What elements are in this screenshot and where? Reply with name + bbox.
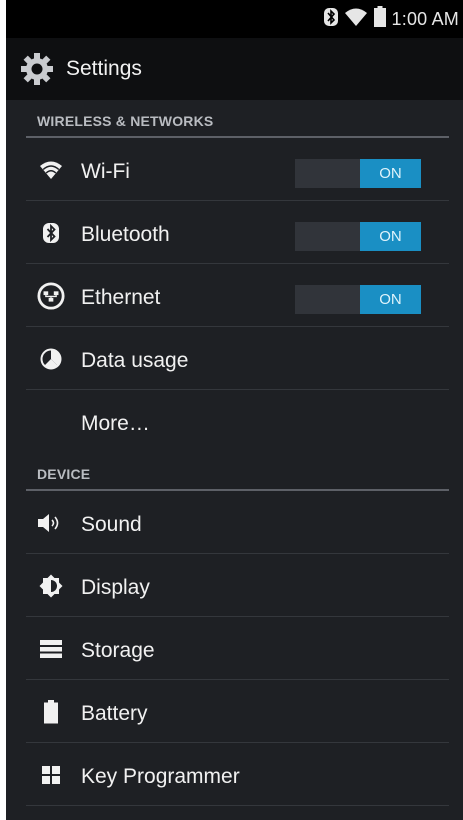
status-bar: 1:00 AM (6, 0, 463, 38)
settings-list: WIRELESS & NETWORKS Wi-Fi ON Bluetooth O… (6, 100, 463, 806)
page-title: Settings (66, 57, 142, 80)
sound-icon (37, 509, 65, 537)
setting-label: Wi-Fi (81, 160, 130, 183)
settings-screen: 1:00 AM Settings WIRELESS & NETWORKS Wi-… (6, 0, 463, 820)
display-icon (37, 572, 65, 600)
battery-icon (373, 6, 386, 32)
key-programmer-icon (37, 761, 65, 789)
setting-key-programmer[interactable]: Key Programmer (6, 743, 463, 806)
ethernet-toggle[interactable]: ON (295, 285, 421, 314)
storage-icon (37, 635, 65, 663)
bluetooth-toggle[interactable]: ON (295, 222, 421, 251)
battery-icon (37, 698, 65, 726)
setting-more[interactable]: More… (6, 390, 463, 453)
data-usage-icon (37, 345, 65, 373)
wifi-signal-icon (344, 7, 368, 32)
wifi-icon (37, 156, 65, 184)
section-header-device: DEVICE (6, 453, 463, 491)
toggle-on-label: ON (360, 159, 421, 188)
bluetooth-icon (37, 219, 65, 247)
setting-battery[interactable]: Battery (6, 680, 463, 743)
section-label: DEVICE (37, 466, 91, 482)
setting-bluetooth[interactable]: Bluetooth ON (6, 201, 463, 264)
setting-storage[interactable]: Storage (6, 617, 463, 680)
setting-data-usage[interactable]: Data usage (6, 327, 463, 390)
setting-label: Battery (81, 702, 148, 725)
settings-gear-icon[interactable] (20, 52, 54, 86)
setting-label: Bluetooth (81, 223, 170, 246)
status-icons: 1:00 AM (323, 0, 459, 38)
section-label: WIRELESS & NETWORKS (37, 113, 214, 129)
setting-label: Sound (81, 513, 142, 536)
setting-label: Key Programmer (81, 765, 240, 788)
setting-label: Data usage (81, 349, 189, 372)
toggle-on-label: ON (360, 285, 421, 314)
status-time: 1:00 AM (391, 8, 459, 29)
bluetooth-icon (323, 7, 338, 32)
wifi-toggle[interactable]: ON (295, 159, 421, 188)
action-bar: Settings (6, 38, 463, 100)
setting-sound[interactable]: Sound (6, 491, 463, 554)
setting-label: More… (81, 412, 150, 435)
setting-ethernet[interactable]: Ethernet ON (6, 264, 463, 327)
setting-wifi[interactable]: Wi-Fi ON (6, 138, 463, 201)
setting-display[interactable]: Display (6, 554, 463, 617)
toggle-on-label: ON (360, 222, 421, 251)
setting-label: Storage (81, 639, 155, 662)
section-header-wireless: WIRELESS & NETWORKS (6, 100, 463, 138)
setting-label: Display (81, 576, 150, 599)
row-divider (26, 805, 449, 806)
ethernet-icon (37, 282, 65, 310)
setting-label: Ethernet (81, 286, 161, 309)
